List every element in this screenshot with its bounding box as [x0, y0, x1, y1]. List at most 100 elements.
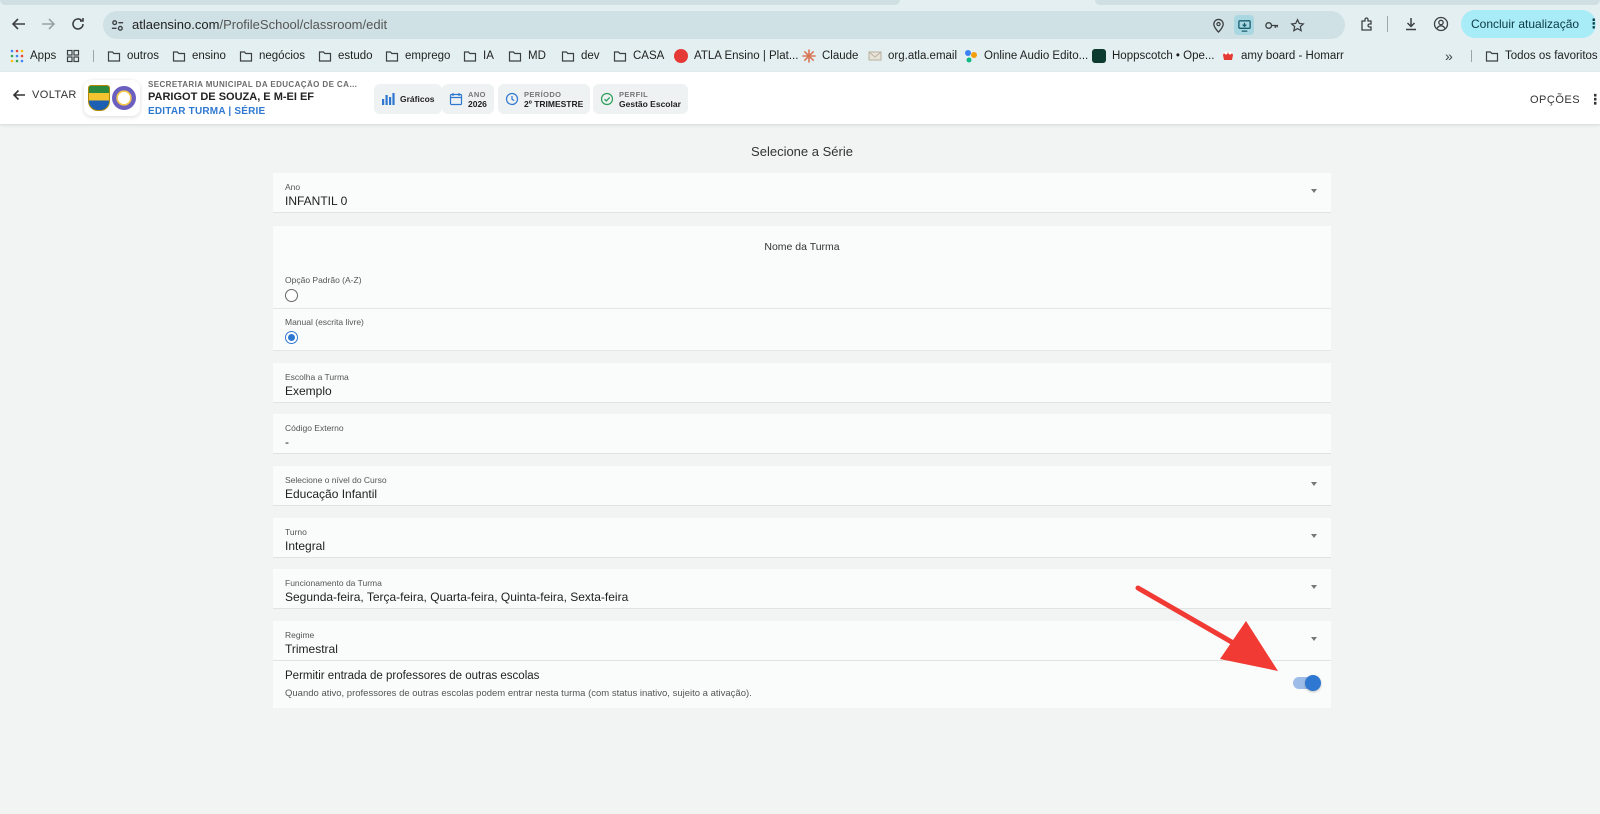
apps-grid-icon [10, 49, 24, 63]
profile-chip[interactable]: PERFIL Gestão Escolar [593, 84, 688, 114]
more-bookmarks-chevron-icon[interactable]: » [1445, 46, 1453, 66]
more-vert-icon: ⋮ [1588, 91, 1600, 107]
bookmark-folder-emprego[interactable]: emprego [385, 46, 450, 66]
password-key-icon[interactable] [1263, 17, 1279, 33]
bookmark-folder-casa[interactable]: CASA [613, 46, 664, 66]
folder-icon [508, 51, 522, 62]
charts-chip-label: Gráficos [400, 94, 435, 104]
dropdown-arrow-icon [1311, 482, 1317, 486]
bookmark-folder-ia[interactable]: IA [463, 46, 494, 66]
page-subtitle: EDITAR TURMA | SÉRIE [148, 106, 266, 117]
audio-favicon [965, 50, 977, 63]
reload-icon[interactable] [67, 13, 89, 35]
bookmark-org-atla-email[interactable]: org.atla.email [868, 46, 957, 66]
ano-select[interactable]: Ano INFANTIL 0 [273, 173, 1331, 213]
install-app-icon[interactable] [1234, 15, 1254, 35]
folder-icon [107, 51, 121, 62]
address-bar[interactable]: atlaensino.com/ProfileSchool/classroom/e… [103, 11, 1345, 39]
school-logos [84, 80, 140, 116]
back-button[interactable]: VOLTAR [12, 88, 77, 102]
options-menu-button[interactable]: OPÇÕES ⋮ [1530, 91, 1600, 108]
bookmark-folder-ensino[interactable]: ensino [172, 46, 226, 66]
nome-turma-section: Nome da Turma Opção Padrão (A-Z) Manual … [273, 226, 1331, 351]
radio-option-default-label: Opção Padrão (A-Z) [285, 275, 362, 285]
permitir-professores-toggle[interactable] [1293, 675, 1321, 691]
arrow-left-icon [12, 89, 25, 101]
bookmark-folder-estudo[interactable]: estudo [318, 46, 373, 66]
bookmarks-divider [93, 50, 94, 62]
clock-icon [505, 92, 519, 106]
escolha-turma-label: Escolha a Turma [285, 372, 349, 382]
tab-groups-icon[interactable] [66, 46, 80, 66]
period-chip-label: PERÍODO [524, 89, 562, 99]
year-chip-label: ANO [468, 89, 486, 99]
mail-favicon [868, 51, 882, 61]
funcionamento-value: Segunda-feira, Terça-feira, Quarta-feira… [285, 590, 629, 604]
location-icon[interactable] [1210, 17, 1226, 33]
hoppscotch-favicon [1092, 49, 1106, 63]
regime-select[interactable]: Regime Trimestral [273, 621, 1331, 661]
site-settings-icon[interactable] [109, 17, 125, 33]
nome-turma-title: Nome da Turma [764, 241, 840, 253]
bookmark-folder-md[interactable]: MD [508, 46, 546, 66]
update-button[interactable]: Concluir atualização ⋮ [1461, 10, 1600, 38]
extensions-puzzle-icon[interactable] [1357, 14, 1377, 34]
folder-icon [239, 51, 253, 62]
nivel-curso-select[interactable]: Selecione o nível do Curso Educação Infa… [273, 466, 1331, 506]
turno-label: Turno [285, 527, 307, 537]
folder-icon [172, 51, 186, 62]
radio-default[interactable] [285, 289, 298, 302]
radio-option-default[interactable]: Opção Padrão (A-Z) [273, 268, 1331, 309]
escolha-turma-input[interactable]: Escolha a Turma Exemplo [273, 363, 1331, 403]
tab-strip-edge [1095, 0, 1600, 5]
permitir-professores-title: Permitir entrada de professores de outra… [285, 670, 540, 682]
funcionamento-select[interactable]: Funcionamento da Turma Segunda-feira, Te… [273, 569, 1331, 609]
radio-option-manual-label: Manual (escrita livre) [285, 317, 364, 327]
downloads-icon[interactable] [1401, 14, 1421, 34]
bookmarks-bar: Apps outros ensino negócios estudo empre… [0, 46, 1600, 66]
bookmarks-divider [1471, 50, 1472, 62]
bookmark-star-icon[interactable] [1289, 17, 1305, 33]
forward-arrow-icon[interactable] [37, 13, 59, 35]
bookmark-folder-outros[interactable]: outros [107, 46, 159, 66]
municipal-coat-of-arms-logo [88, 85, 110, 111]
codigo-externo-input[interactable]: Código Externo - [273, 414, 1331, 454]
bar-chart-icon [382, 93, 395, 105]
more-vert-icon: ⋮ [1587, 16, 1600, 31]
turno-select[interactable]: Turno Integral [273, 518, 1331, 558]
bookmark-claude[interactable]: Claude [802, 46, 858, 66]
form-title: Selecione a Série [751, 144, 853, 159]
year-chip[interactable]: ANO 2026 [442, 84, 494, 114]
browser-chrome: atlaensino.com/ProfileSchool/classroom/e… [0, 0, 1600, 72]
dropdown-arrow-icon [1311, 534, 1317, 538]
profile-avatar-icon[interactable] [1431, 14, 1451, 34]
bookmark-hoppscotch[interactable]: Hoppscotch • Ope... [1092, 46, 1214, 66]
radio-option-manual[interactable]: Manual (escrita livre) [273, 310, 1331, 351]
folder-icon [1485, 51, 1499, 62]
profile-chip-value: Gestão Escolar [619, 98, 681, 109]
bookmark-atla-ensino[interactable]: ATLA Ensino | Plat... [674, 46, 798, 66]
claude-favicon [802, 49, 816, 63]
bookmark-folder-negocios[interactable]: negócios [239, 46, 305, 66]
radio-manual[interactable] [285, 331, 298, 344]
check-circle-icon [600, 92, 614, 106]
profile-chip-label: PERFIL [619, 89, 649, 99]
homarr-favicon [1223, 51, 1233, 60]
school-seal-logo [112, 86, 136, 110]
all-bookmarks-folder[interactable]: Todos os favoritos [1485, 46, 1598, 66]
nivel-curso-value: Educação Infantil [285, 487, 378, 501]
folder-icon [318, 51, 332, 62]
dropdown-arrow-icon [1311, 189, 1317, 193]
bookmark-apps[interactable]: Apps [10, 46, 56, 66]
back-arrow-icon[interactable] [8, 13, 30, 35]
period-chip-value: 2º TRIMESTRE [524, 98, 584, 109]
calendar-icon [449, 93, 463, 106]
bookmark-folder-dev[interactable]: dev [561, 46, 600, 66]
period-chip[interactable]: PERÍODO 2º TRIMESTRE [498, 84, 591, 114]
bookmark-online-audio-editor[interactable]: Online Audio Edito... [964, 46, 1088, 66]
bookmark-homarr[interactable]: amy board - Homarr [1221, 46, 1344, 66]
url-text[interactable]: atlaensino.com/ProfileSchool/classroom/e… [132, 17, 387, 32]
charts-chip[interactable]: Gráficos [374, 84, 442, 114]
secretaria-label: SECRETARIA MUNICIPAL DA EDUCAÇÃO DE CAM.… [148, 80, 360, 89]
dropdown-arrow-icon [1311, 637, 1317, 641]
